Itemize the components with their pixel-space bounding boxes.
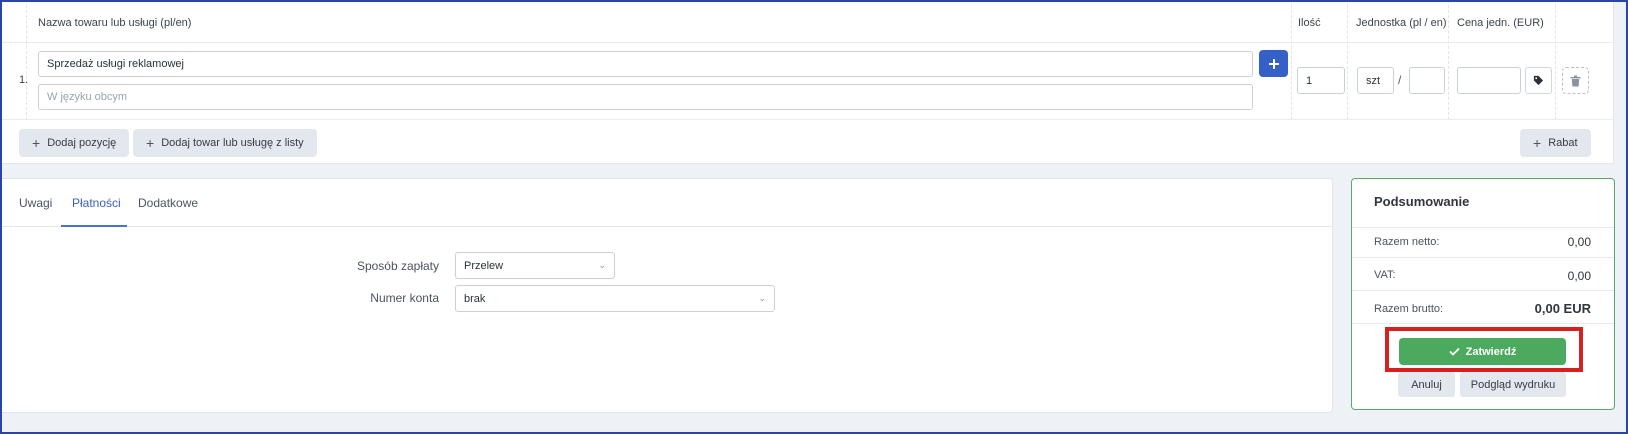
item-foreign-name-input[interactable]	[38, 84, 1253, 110]
active-tab-indicator	[61, 225, 127, 227]
account-number-label: Numer konta	[370, 291, 439, 305]
quantity-input[interactable]	[1297, 67, 1345, 94]
confirm-label: Zatwierdź	[1465, 345, 1517, 358]
divider	[1352, 290, 1614, 291]
payment-method-label: Sposób zapłaty	[356, 259, 439, 273]
column-divider	[1555, 0, 1556, 120]
summary-panel: Podsumowanie Razem netto: 0,00 VAT: 0,00…	[1351, 178, 1615, 410]
row-number: 1.	[19, 74, 29, 86]
summary-title: Podsumowanie	[1374, 194, 1470, 209]
chevron-down-icon: ⌄	[758, 293, 766, 303]
add-from-list-label: Dodaj towar lub usługę z listy	[161, 137, 304, 149]
tabs-bar: Uwagi Płatności Dodatkowe	[0, 179, 1333, 227]
divider	[1352, 323, 1614, 324]
discount-button[interactable]: + Rabat	[1520, 129, 1591, 157]
print-preview-label: Podgląd wydruku	[1470, 378, 1556, 391]
unit-pl-input[interactable]	[1357, 67, 1394, 94]
account-number-value: brak	[464, 292, 486, 305]
unit-separator: /	[1398, 73, 1402, 87]
header-name: Nazwa towaru lub usługi (pl/en)	[38, 17, 192, 29]
plus-icon: +	[1533, 135, 1542, 151]
tab-uwagi[interactable]: Uwagi	[19, 196, 52, 210]
column-divider	[1291, 0, 1292, 120]
plus-icon	[1268, 58, 1279, 69]
column-divider	[1448, 0, 1449, 120]
divider	[1352, 227, 1614, 228]
payment-method-value: Przelew	[464, 259, 504, 272]
delete-row-button[interactable]	[1562, 67, 1589, 94]
cancel-button[interactable]: Anuluj	[1398, 372, 1455, 397]
header-divider	[0, 42, 1614, 43]
items-table: Nazwa towaru lub usługi (pl/en) Ilość Je…	[0, 0, 1614, 164]
header-price: Cena jedn. (EUR)	[1457, 17, 1544, 29]
unit-price-input[interactable]	[1457, 67, 1521, 94]
row-divider	[0, 119, 1614, 120]
header-unit: Jednostka (pl / en)	[1356, 17, 1447, 29]
add-row-button[interactable]: + Dodaj pozycję	[19, 129, 130, 157]
gross-total-label: Razem brutto:	[1374, 303, 1444, 315]
plus-icon: +	[32, 135, 41, 151]
add-translation-button[interactable]	[1259, 50, 1288, 77]
header-qty: Ilość	[1298, 17, 1321, 29]
details-tabs-panel: Uwagi Płatności Dodatkowe Sposób zapłaty…	[0, 178, 1333, 413]
vat-value: 0,00	[1567, 269, 1591, 283]
price-tag-button[interactable]	[1525, 67, 1552, 94]
divider	[1352, 257, 1614, 258]
gross-total-value: 0,00 EUR	[1534, 301, 1591, 316]
net-total-value: 0,00	[1567, 235, 1591, 249]
check-icon	[1448, 347, 1460, 356]
add-from-list-button[interactable]: + Dodaj towar lub usługę z listy	[133, 129, 317, 157]
cancel-label: Anuluj	[1411, 378, 1442, 391]
tab-platnosci[interactable]: Płatności	[72, 196, 121, 210]
column-divider	[26, 0, 27, 120]
tags-icon	[1533, 75, 1544, 86]
column-divider	[1347, 0, 1348, 120]
trash-icon	[1570, 75, 1581, 86]
add-row-label: Dodaj pozycję	[47, 137, 117, 149]
item-name-input[interactable]	[38, 51, 1253, 77]
unit-en-input[interactable]	[1409, 67, 1445, 94]
vat-label: VAT:	[1374, 269, 1396, 281]
chevron-down-icon: ⌄	[598, 260, 606, 270]
payment-method-select[interactable]: Przelew ⌄	[455, 252, 615, 279]
confirm-button[interactable]: Zatwierdź	[1399, 338, 1566, 365]
plus-icon: +	[146, 135, 155, 151]
discount-label: Rabat	[1548, 137, 1578, 149]
account-number-select[interactable]: brak ⌄	[455, 285, 775, 312]
net-total-label: Razem netto:	[1374, 236, 1440, 248]
print-preview-button[interactable]: Podgląd wydruku	[1460, 372, 1566, 397]
tab-dodatkowe[interactable]: Dodatkowe	[138, 196, 198, 210]
